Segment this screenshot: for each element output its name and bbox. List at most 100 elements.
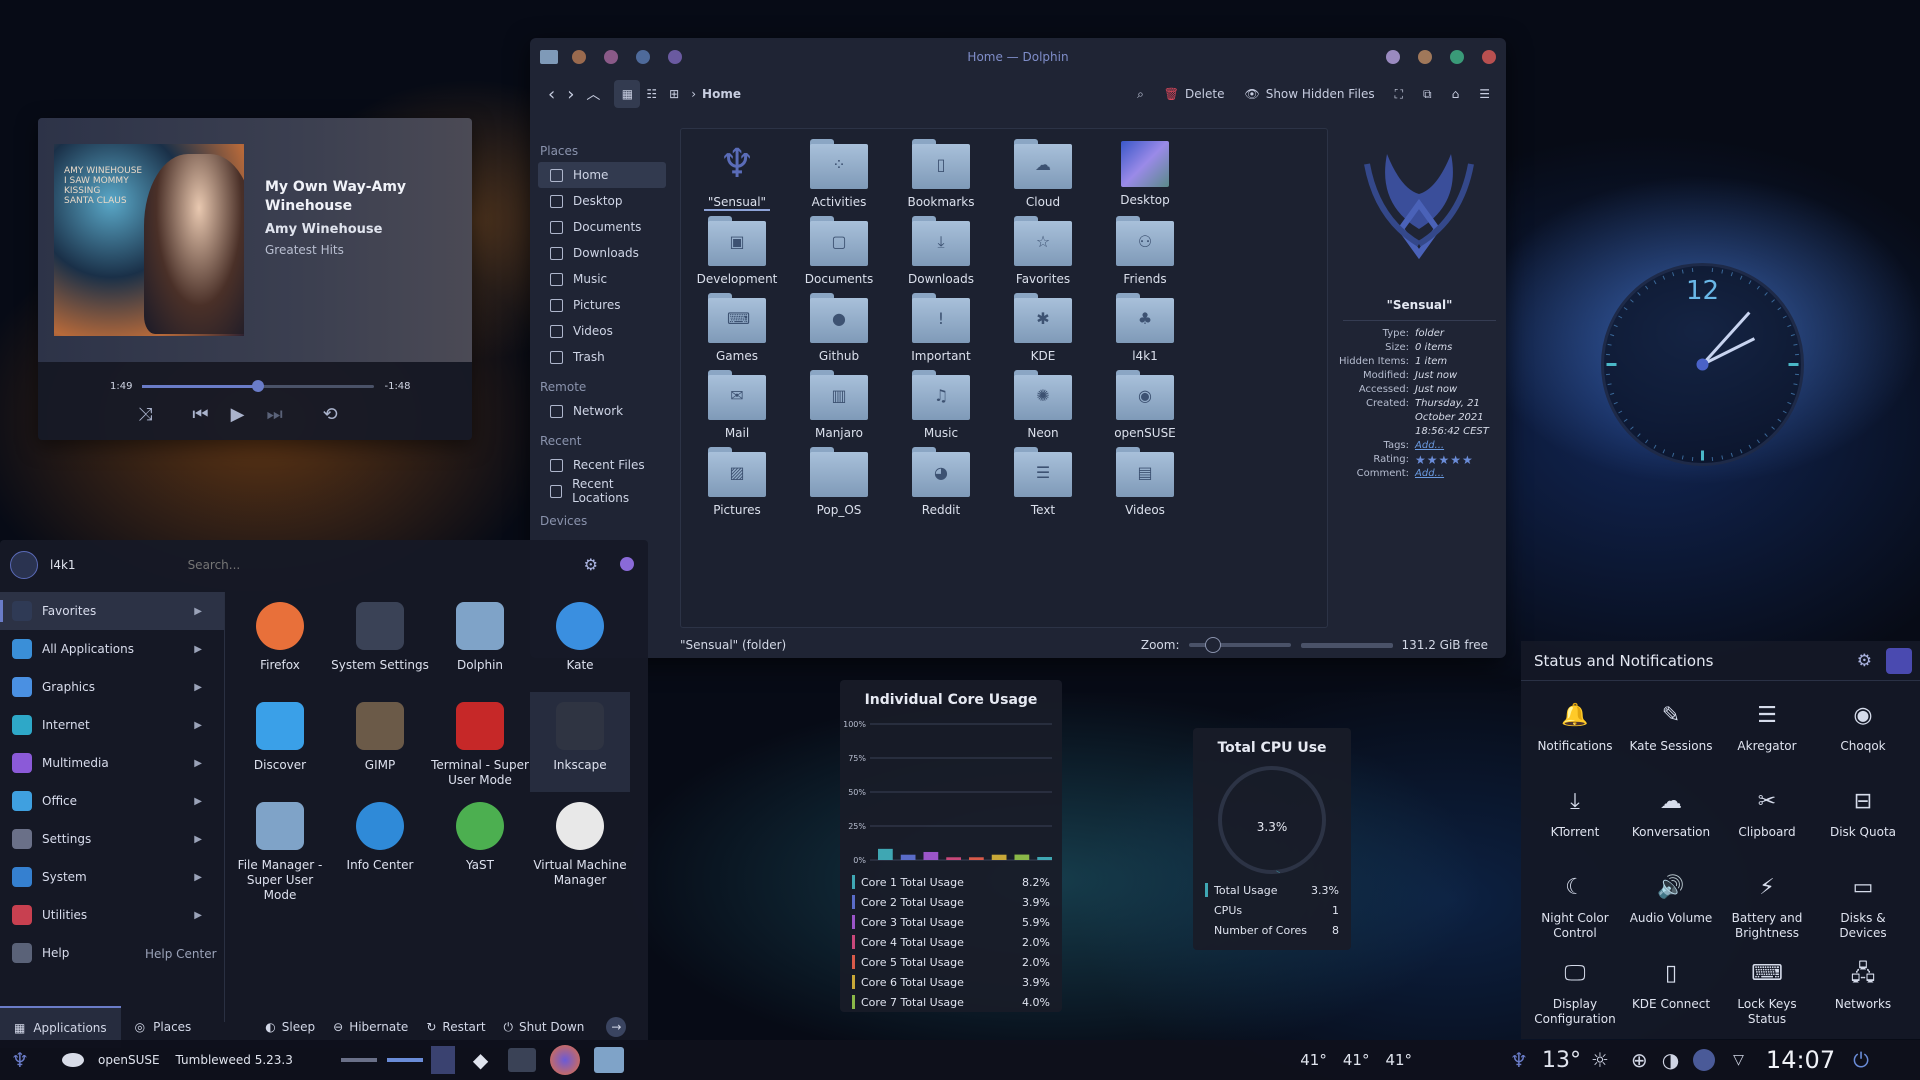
places-item[interactable]: Trash <box>538 344 666 370</box>
zoom-handle[interactable] <box>1205 637 1222 653</box>
folder-item[interactable]: ◕ Reddit <box>889 447 993 517</box>
folder-item[interactable]: ⌨ Games <box>685 293 789 363</box>
seek-bar[interactable] <box>142 379 375 392</box>
update-icon[interactable]: ⊕ <box>1631 1048 1648 1072</box>
places-item[interactable]: Music <box>538 266 666 292</box>
status-item[interactable]: 🖧 Networks <box>1815 957 1911 1012</box>
folder-item[interactable]: ⚇ Friends <box>1093 216 1197 286</box>
app-tile[interactable]: System Settings <box>330 602 430 673</box>
status-item[interactable]: ⤓ KTorrent <box>1527 785 1623 840</box>
category-item[interactable]: Favorites ▶ <box>0 592 224 630</box>
category-item[interactable]: Settings ▶ <box>0 820 224 858</box>
folder-item[interactable]: ☁ Cloud <box>991 139 1095 209</box>
folder-item[interactable]: ▥ Manjaro <box>787 370 891 440</box>
folder-item[interactable]: ▢ Documents <box>787 216 891 286</box>
up-button[interactable]: ︿ <box>580 80 606 108</box>
dolphin-titlebar[interactable]: Home — Dolphin <box>530 38 1506 76</box>
keep-above-button[interactable] <box>1386 50 1400 64</box>
shutdown-button[interactable]: ⏻ Shut Down <box>504 1020 585 1035</box>
category-item[interactable]: Multimedia ▶ <box>0 744 224 782</box>
sun-icon[interactable]: ☼ <box>1591 1048 1609 1072</box>
user-avatar[interactable] <box>10 551 38 579</box>
more-actions-icon[interactable]: → <box>606 1017 627 1037</box>
folder-item[interactable]: ◉ openSUSE <box>1093 370 1197 440</box>
folder-item[interactable]: ✉ Mail <box>685 370 789 440</box>
pause-icon[interactable] <box>1693 1049 1716 1071</box>
sensual-tray-icon[interactable]: ♆ <box>1510 1048 1528 1072</box>
folder-item[interactable]: ♣ l4k1 <box>1093 293 1197 363</box>
places-item[interactable]: Pictures <box>538 292 666 318</box>
places-item[interactable]: Desktop <box>538 188 666 214</box>
repeat-icon[interactable]: ⟲ <box>323 404 338 425</box>
home-button[interactable]: ⌂ <box>1446 80 1466 108</box>
next-icon[interactable]: ⏭ <box>266 404 282 425</box>
weather-temp[interactable]: 13° <box>1542 1048 1581 1073</box>
category-item[interactable]: All Applications ▶ <box>0 630 224 668</box>
folder-item[interactable]: ▯ Bookmarks <box>889 139 993 209</box>
app-tile[interactable]: Virtual Machine Manager <box>530 802 630 888</box>
folder-item[interactable]: ! Important <box>889 293 993 363</box>
icons-view-button[interactable]: ▦ <box>614 80 641 108</box>
settings-task-icon[interactable] <box>508 1048 537 1072</box>
app-tile[interactable]: Terminal - Super User Mode <box>430 702 530 788</box>
shade-button[interactable] <box>1418 50 1432 64</box>
category-item[interactable]: Internet ▶ <box>0 706 224 744</box>
places-item[interactable]: Documents <box>538 214 666 240</box>
hibernate-button[interactable]: ⊖ Hibernate <box>333 1020 408 1034</box>
settings-icon[interactable]: ⚙ <box>584 555 598 574</box>
details-view-button[interactable]: ⊞ <box>663 80 685 108</box>
rating-stars[interactable]: ★★★★★ <box>1415 453 1502 467</box>
folder-item[interactable]: ▤ Videos <box>1093 447 1197 517</box>
select-button[interactable]: ⛶ <box>1389 80 1409 108</box>
status-item[interactable]: 🔊 Audio Volume <box>1623 871 1719 926</box>
category-item[interactable]: Utilities ▶ <box>0 896 224 934</box>
search-button[interactable]: ⌕ <box>1131 80 1150 108</box>
category-item[interactable]: Office ▶ <box>0 782 224 820</box>
status-item[interactable]: ▯ KDE Connect <box>1623 957 1719 1012</box>
launcher-icon[interactable]: ♆ <box>8 1048 32 1072</box>
folder-item[interactable]: ⤓ Downloads <box>889 216 993 286</box>
folder-item[interactable]: ☆ Favorites <box>991 216 1095 286</box>
app-tile[interactable]: Inkscape <box>530 692 630 792</box>
places-item[interactable]: Videos <box>538 318 666 344</box>
folder-item[interactable]: ♫ Music <box>889 370 993 440</box>
dolphin-task-icon[interactable] <box>594 1047 625 1073</box>
folder-item[interactable]: Pop_OS <box>787 447 891 517</box>
folder-item[interactable]: ▣ Development <box>685 216 789 286</box>
folder-item[interactable]: ♆ "Sensual" <box>685 139 789 211</box>
category-item[interactable]: Graphics ▶ <box>0 668 224 706</box>
expand-tray-icon[interactable]: ▽ <box>1733 1052 1744 1068</box>
places-item[interactable]: Network <box>538 398 666 424</box>
delete-button[interactable]: 🗑 Delete <box>1158 80 1231 108</box>
play-icon[interactable]: ▶ <box>231 404 245 425</box>
status-item[interactable]: ◉ Choqok <box>1815 699 1911 754</box>
power-icon[interactable]: ⏻ <box>1853 1048 1869 1072</box>
shuffle-icon[interactable]: ⤨ <box>138 404 152 425</box>
folder-item[interactable]: ☰ Text <box>991 447 1095 517</box>
configure-icon[interactable]: ⚙ <box>1857 651 1872 671</box>
app-tile[interactable]: Kate <box>530 602 630 673</box>
tab-places[interactable]: ◎ Places <box>121 1020 206 1034</box>
pin-icon[interactable] <box>1886 647 1912 674</box>
minimize-button[interactable] <box>1450 50 1464 64</box>
pin-icon[interactable] <box>620 557 634 571</box>
folder-item[interactable]: ✺ Neon <box>991 370 1095 440</box>
status-item[interactable]: 🖵 Display Configuration <box>1527 957 1623 1027</box>
status-item[interactable]: ☁ Konversation <box>1623 785 1719 840</box>
zoom-slider[interactable] <box>1189 637 1292 653</box>
breadcrumb[interactable]: › Home <box>685 80 747 108</box>
info-value[interactable]: Add... <box>1415 439 1502 453</box>
app-tile[interactable]: GIMP <box>330 702 430 773</box>
status-item[interactable]: ⌨ Lock Keys Status <box>1719 957 1815 1027</box>
compact-view-button[interactable]: ☷ <box>640 80 663 108</box>
split-button[interactable]: ⧉ <box>1417 80 1438 108</box>
pager-bar[interactable] <box>386 1058 423 1062</box>
sleep-button[interactable]: ◐ Sleep <box>265 1020 315 1034</box>
places-item[interactable]: Downloads <box>538 240 666 266</box>
close-button[interactable] <box>1482 50 1496 64</box>
status-item[interactable]: ☰ Akregator <box>1719 699 1815 754</box>
menu-button[interactable]: ☰ <box>1473 80 1496 108</box>
app-tile[interactable]: Info Center <box>330 802 430 873</box>
search-input[interactable] <box>187 558 488 572</box>
status-item[interactable]: 🔔 Notifications <box>1527 699 1623 754</box>
